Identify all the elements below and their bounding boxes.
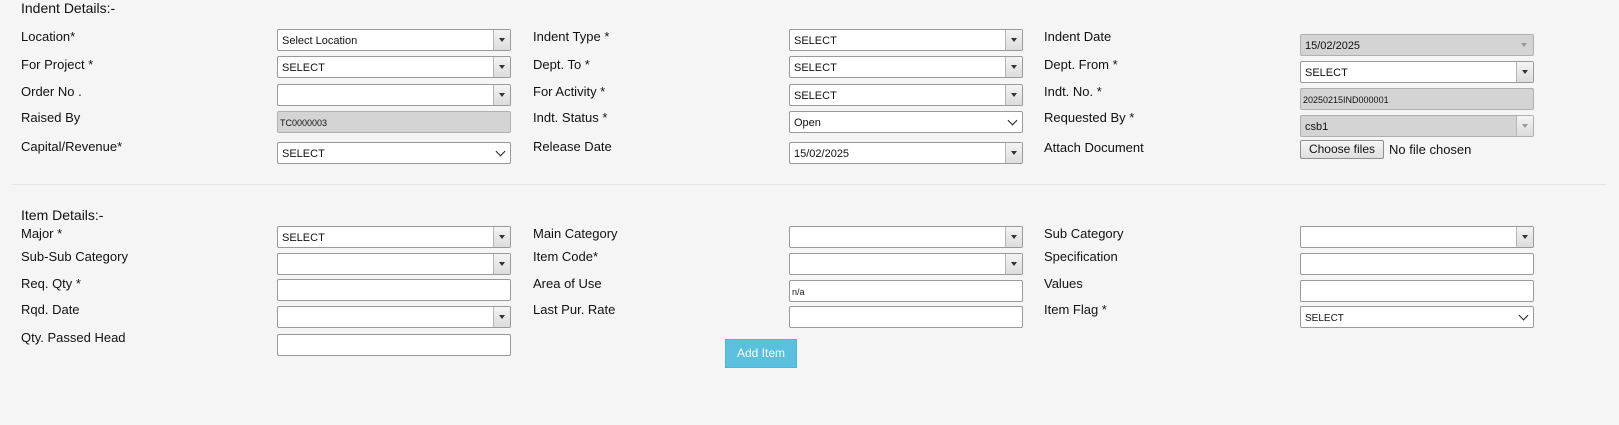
- indent-type-select[interactable]: SELECT: [789, 29, 1023, 51]
- indent-type-value: SELECT: [794, 35, 837, 47]
- add-item-button[interactable]: Add Item: [725, 339, 797, 368]
- section-divider: [12, 184, 1607, 185]
- sub-category-label: Sub Category: [1044, 226, 1124, 241]
- dropdown-arrow-icon[interactable]: [1005, 30, 1022, 50]
- specification-label: Specification: [1044, 249, 1118, 264]
- qty-passed-head-label: Qty. Passed Head: [21, 330, 126, 345]
- dept-from-label: Dept. From *: [1044, 57, 1118, 72]
- for-activity-label: For Activity *: [533, 84, 606, 99]
- area-of-use-label: Area of Use: [533, 276, 602, 291]
- order-no-select[interactable]: [277, 84, 511, 106]
- specification-input[interactable]: [1300, 253, 1534, 275]
- indt-no-value: 20250215IND000001: [1303, 95, 1389, 105]
- sub-category-select[interactable]: [1300, 226, 1534, 248]
- last-pur-rate-input[interactable]: [789, 306, 1023, 328]
- dropdown-arrow-icon[interactable]: [493, 57, 510, 77]
- location-value: Select Location: [282, 35, 358, 47]
- item-flag-label: Item Flag *: [1044, 302, 1107, 317]
- indent-date-field: 15/02/2025: [1300, 34, 1534, 56]
- area-of-use-input[interactable]: n/a: [789, 280, 1023, 302]
- location-label: Location*: [21, 29, 76, 44]
- release-date-value: 15/02/2025: [794, 148, 850, 160]
- for-activity-value: SELECT: [794, 90, 837, 102]
- indent-date-value: 15/02/2025: [1305, 40, 1361, 52]
- item-flag-select[interactable]: SELECT: [1300, 306, 1534, 328]
- for-project-value: SELECT: [282, 62, 325, 74]
- dept-to-label: Dept. To *: [533, 57, 590, 72]
- indent-details-title: Indent Details:-: [21, 0, 116, 16]
- main-category-label: Main Category: [533, 226, 618, 241]
- release-date-field[interactable]: 15/02/2025: [789, 142, 1023, 164]
- major-select[interactable]: SELECT: [277, 226, 511, 248]
- major-value: SELECT: [282, 232, 325, 244]
- dropdown-arrow-icon[interactable]: [493, 307, 510, 327]
- dropdown-arrow-icon[interactable]: [1005, 254, 1022, 274]
- req-qty-input[interactable]: [277, 279, 511, 301]
- dept-to-select[interactable]: SELECT: [789, 56, 1023, 78]
- file-status-text: No file chosen: [1389, 142, 1472, 157]
- item-details-title: Item Details:-: [21, 207, 104, 223]
- dropdown-arrow-icon[interactable]: [493, 85, 510, 105]
- chevron-down-icon: [1518, 310, 1529, 321]
- dept-to-value: SELECT: [794, 62, 837, 74]
- last-pur-rate-label: Last Pur. Rate: [533, 302, 616, 317]
- item-code-select[interactable]: [789, 253, 1023, 275]
- dropdown-arrow-icon: [1516, 35, 1533, 55]
- capital-revenue-select[interactable]: SELECT: [277, 142, 511, 164]
- indt-status-select[interactable]: Open: [789, 111, 1023, 133]
- for-project-select[interactable]: SELECT: [277, 56, 511, 78]
- indt-no-field: 20250215IND000001: [1300, 88, 1534, 110]
- dropdown-arrow-icon[interactable]: [1005, 85, 1022, 105]
- raised-by-value: TC0000003: [280, 118, 328, 128]
- item-code-label: Item Code*: [533, 249, 599, 264]
- dropdown-arrow-icon[interactable]: [493, 227, 510, 247]
- release-date-label: Release Date: [533, 139, 612, 154]
- rqd-date-field[interactable]: [277, 306, 511, 328]
- raised-by-field: TC0000003: [277, 111, 511, 133]
- dept-from-select[interactable]: SELECT: [1300, 61, 1534, 83]
- qty-passed-head-input[interactable]: [277, 334, 511, 356]
- dropdown-arrow-icon[interactable]: [1516, 116, 1533, 136]
- chevron-down-icon: [495, 146, 506, 157]
- indent-date-label: Indent Date: [1044, 29, 1112, 44]
- dropdown-arrow-icon[interactable]: [1005, 143, 1022, 163]
- dropdown-arrow-icon[interactable]: [1005, 227, 1022, 247]
- area-of-use-value: n/a: [792, 287, 805, 297]
- main-category-select[interactable]: [789, 226, 1023, 248]
- indt-status-label: Indt. Status *: [533, 110, 608, 125]
- location-select[interactable]: Select Location: [277, 29, 511, 51]
- sub-sub-category-label: Sub-Sub Category: [21, 249, 128, 264]
- dept-from-value: SELECT: [1305, 67, 1348, 79]
- capital-revenue-label: Capital/Revenue*: [21, 139, 123, 154]
- attach-document-label: Attach Document: [1044, 140, 1144, 155]
- order-no-label: Order No .: [21, 84, 82, 99]
- indt-status-value: Open: [794, 117, 821, 129]
- dropdown-arrow-icon[interactable]: [1516, 227, 1533, 247]
- raised-by-label: Raised By: [21, 110, 81, 125]
- sub-sub-category-select[interactable]: [277, 253, 511, 275]
- requested-by-value: csb1: [1305, 121, 1329, 133]
- major-label: Major *: [21, 226, 63, 241]
- item-flag-value: SELECT: [1305, 313, 1344, 324]
- indent-type-label: Indent Type *: [533, 29, 610, 44]
- req-qty-label: Req. Qty *: [21, 276, 81, 291]
- dropdown-arrow-icon[interactable]: [493, 254, 510, 274]
- for-activity-select[interactable]: SELECT: [789, 84, 1023, 106]
- dropdown-arrow-icon[interactable]: [1516, 62, 1533, 82]
- rqd-date-label: Rqd. Date: [21, 302, 80, 317]
- capital-revenue-value: SELECT: [282, 148, 325, 160]
- requested-by-select[interactable]: csb1: [1300, 115, 1534, 137]
- values-label: Values: [1044, 276, 1083, 291]
- values-input[interactable]: [1300, 280, 1534, 302]
- requested-by-label: Requested By *: [1044, 110, 1135, 125]
- indt-no-label: Indt. No. *: [1044, 84, 1102, 99]
- choose-files-button[interactable]: Choose files: [1300, 140, 1384, 159]
- dropdown-arrow-icon[interactable]: [1005, 57, 1022, 77]
- chevron-down-icon: [1007, 115, 1018, 126]
- dropdown-arrow-icon[interactable]: [493, 30, 510, 50]
- for-project-label: For Project *: [21, 57, 94, 72]
